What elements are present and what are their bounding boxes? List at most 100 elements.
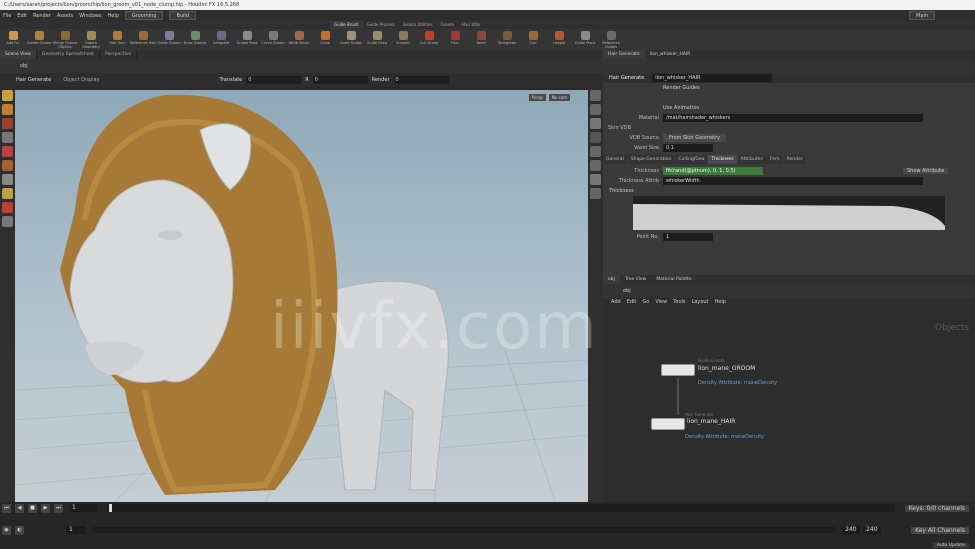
magnet-tool-icon[interactable]	[2, 202, 13, 213]
shelf-tool-9[interactable]: Groom Pose	[234, 29, 260, 50]
show-attribute-button[interactable]: Show Attribute	[903, 168, 949, 174]
frame-scrubber[interactable]	[107, 504, 895, 512]
node-1-name[interactable]: lion_mane_GROOM	[698, 365, 755, 372]
range-end2-field[interactable]: 240	[863, 526, 882, 534]
shelf-tool-20[interactable]: Curl	[520, 29, 546, 50]
play-button[interactable]: ▶	[41, 503, 50, 513]
camera-icon[interactable]	[590, 160, 601, 171]
shelf-tool-7[interactable]: Draw Groups	[182, 29, 208, 50]
next-frame-button[interactable]: ⏭	[54, 503, 63, 513]
snap-tool-icon[interactable]	[2, 188, 13, 199]
shelf-tool-17[interactable]: Frizz	[442, 29, 468, 50]
shelf-tool-22[interactable]: Guide Plant	[572, 29, 598, 50]
shading-icon[interactable]	[590, 132, 601, 143]
param-tab-node[interactable]: lion_whisker_HAIR	[645, 50, 696, 59]
range-end-field[interactable]: 240	[842, 526, 861, 534]
stop-button[interactable]: ■	[28, 503, 37, 513]
range-start-field[interactable]: 1	[66, 526, 86, 534]
persp-button[interactable]: Persp	[528, 94, 546, 101]
shelf-tool-2[interactable]: Merge Groom Objects	[52, 29, 78, 50]
menu-render[interactable]: Render	[33, 13, 51, 19]
tab-perspective[interactable]: Perspective	[100, 50, 138, 59]
range-slider[interactable]	[92, 527, 837, 533]
view-tool-icon[interactable]	[2, 174, 13, 185]
node-name-field[interactable]: lion_whisker_HAIR	[652, 74, 773, 82]
node-lion-mane-groom[interactable]	[661, 364, 695, 376]
thickness-ramp[interactable]	[633, 196, 945, 232]
shelf-tool-15[interactable]: Smooth	[390, 29, 416, 50]
menu-help[interactable]: Help	[107, 13, 118, 19]
handle-tool-icon[interactable]	[2, 146, 13, 157]
prev-key-button[interactable]: ◀	[15, 503, 24, 513]
param-tab-type[interactable]: Hair Generate	[603, 50, 645, 59]
shelf-tool-11[interactable]: Attrib Brush	[286, 29, 312, 50]
current-frame-field[interactable]: 1	[69, 504, 97, 512]
main-selector[interactable]: Main	[909, 11, 935, 20]
pose-tool-icon[interactable]	[2, 160, 13, 171]
move-tool-icon[interactable]	[2, 104, 13, 115]
shelf-tool-5[interactable]: Reference Hair	[130, 29, 156, 50]
tab-general[interactable]: General	[603, 155, 627, 164]
menu-assets[interactable]: Assets	[57, 13, 73, 19]
shelf-tool-0[interactable]: Add Fur	[0, 29, 26, 50]
tab-culling-geo[interactable]: Culling/Geo	[675, 155, 708, 164]
playhead[interactable]	[109, 504, 112, 512]
render-guides-checkbox[interactable]: Render Guides	[663, 85, 700, 91]
menu-windows[interactable]: Windows	[79, 13, 101, 19]
shelf-tab-hair-utils[interactable]: Hair Utils	[458, 21, 484, 29]
tab-shape-generation[interactable]: Shape Generation	[627, 155, 675, 164]
menu-edit[interactable]: Edit	[17, 13, 27, 19]
skin-vdb-section[interactable]: Skin VDB	[603, 123, 975, 133]
keys-channels-button[interactable]: Keys: 0/0 channels	[904, 504, 969, 512]
paint-tool-icon[interactable]	[2, 216, 13, 227]
visibility-icon[interactable]	[590, 174, 601, 185]
tab-render[interactable]: Render	[783, 155, 806, 164]
node-2-name[interactable]: lion_mane_HAIR	[687, 418, 735, 425]
scale-tool-icon[interactable]	[2, 132, 13, 143]
tab-attributes[interactable]: Attributes	[737, 155, 766, 164]
shelf-tab-guide-process[interactable]: Guide Process	[363, 21, 399, 29]
snapshot-icon[interactable]	[590, 188, 601, 199]
auto-update-dropdown[interactable]: Auto Update	[932, 543, 969, 548]
shelf-tab-groom[interactable]: Groom	[437, 21, 458, 29]
shelf-tool-14[interactable]: Guide Draw	[364, 29, 390, 50]
shelf-tool-8[interactable]: Integrate	[208, 29, 234, 50]
grid-icon[interactable]	[590, 146, 601, 157]
object-display-toggle[interactable]: Object Display	[63, 77, 99, 83]
thickness-expression[interactable]: fit(rand(@ptnum), 0, 1, 0.5)	[663, 167, 763, 175]
path-field[interactable]: obj	[20, 63, 28, 69]
desktop-selector[interactable]: Grooming	[124, 11, 164, 20]
first-frame-button[interactable]: ⏮	[2, 503, 11, 513]
shelf-tab-guide-brush[interactable]: Guide Brush	[330, 21, 363, 29]
thickness-attrib-field[interactable]: whiskerWidth	[663, 177, 923, 185]
shelf-tool-23[interactable]: Reference Guides	[598, 29, 624, 50]
shelf-tool-10[interactable]: Curve Groom	[260, 29, 286, 50]
menu-file[interactable]: File	[3, 13, 11, 19]
voxel-size-field[interactable]: 0.1	[663, 144, 713, 152]
shelf-tool-13[interactable]: Scale Sculpt	[338, 29, 364, 50]
use-animation-checkbox[interactable]: Use Animation	[663, 105, 699, 111]
point-no-field[interactable]: 1	[663, 233, 713, 241]
rotate-field[interactable]: 0	[312, 76, 368, 84]
toolbar-selector[interactable]: Build	[169, 11, 196, 20]
vdb-source-dropdown[interactable]: From Skin Geometry	[663, 134, 727, 142]
rotate-tool-icon[interactable]	[2, 118, 13, 129]
tab-fern[interactable]: Fern	[766, 155, 783, 164]
shelf-tool-18[interactable]: Bend	[468, 29, 494, 50]
shelf-tool-12[interactable]: Comb	[312, 29, 338, 50]
render-field[interactable]: 0	[393, 76, 449, 84]
shelf-tool-4[interactable]: Hair Gen	[104, 29, 130, 50]
lighting-icon[interactable]	[590, 104, 601, 115]
shelf-tool-6[interactable]: Guide Groom	[156, 29, 182, 50]
shelf-tab-groom-utilities[interactable]: Groom Utilities	[399, 21, 437, 29]
realtime-toggle-icon[interactable]: ◉	[2, 525, 11, 535]
no-cam-button[interactable]: No cam	[548, 94, 570, 101]
shelf-tool-1[interactable]: Create Groom	[26, 29, 52, 50]
material-field[interactable]: /mat/hairshader_whiskers	[663, 114, 923, 122]
shelf-tool-19[interactable]: Straighten	[494, 29, 520, 50]
translate-field[interactable]: 0	[246, 76, 302, 84]
shelf-tool-16[interactable]: Cut Clump	[416, 29, 442, 50]
shelf-tool-3[interactable]: Groom Geometry	[78, 29, 104, 50]
select-tool-icon[interactable]	[2, 90, 13, 101]
tab-geometry-spreadsheet[interactable]: Geometry Spreadsheet	[37, 50, 101, 59]
